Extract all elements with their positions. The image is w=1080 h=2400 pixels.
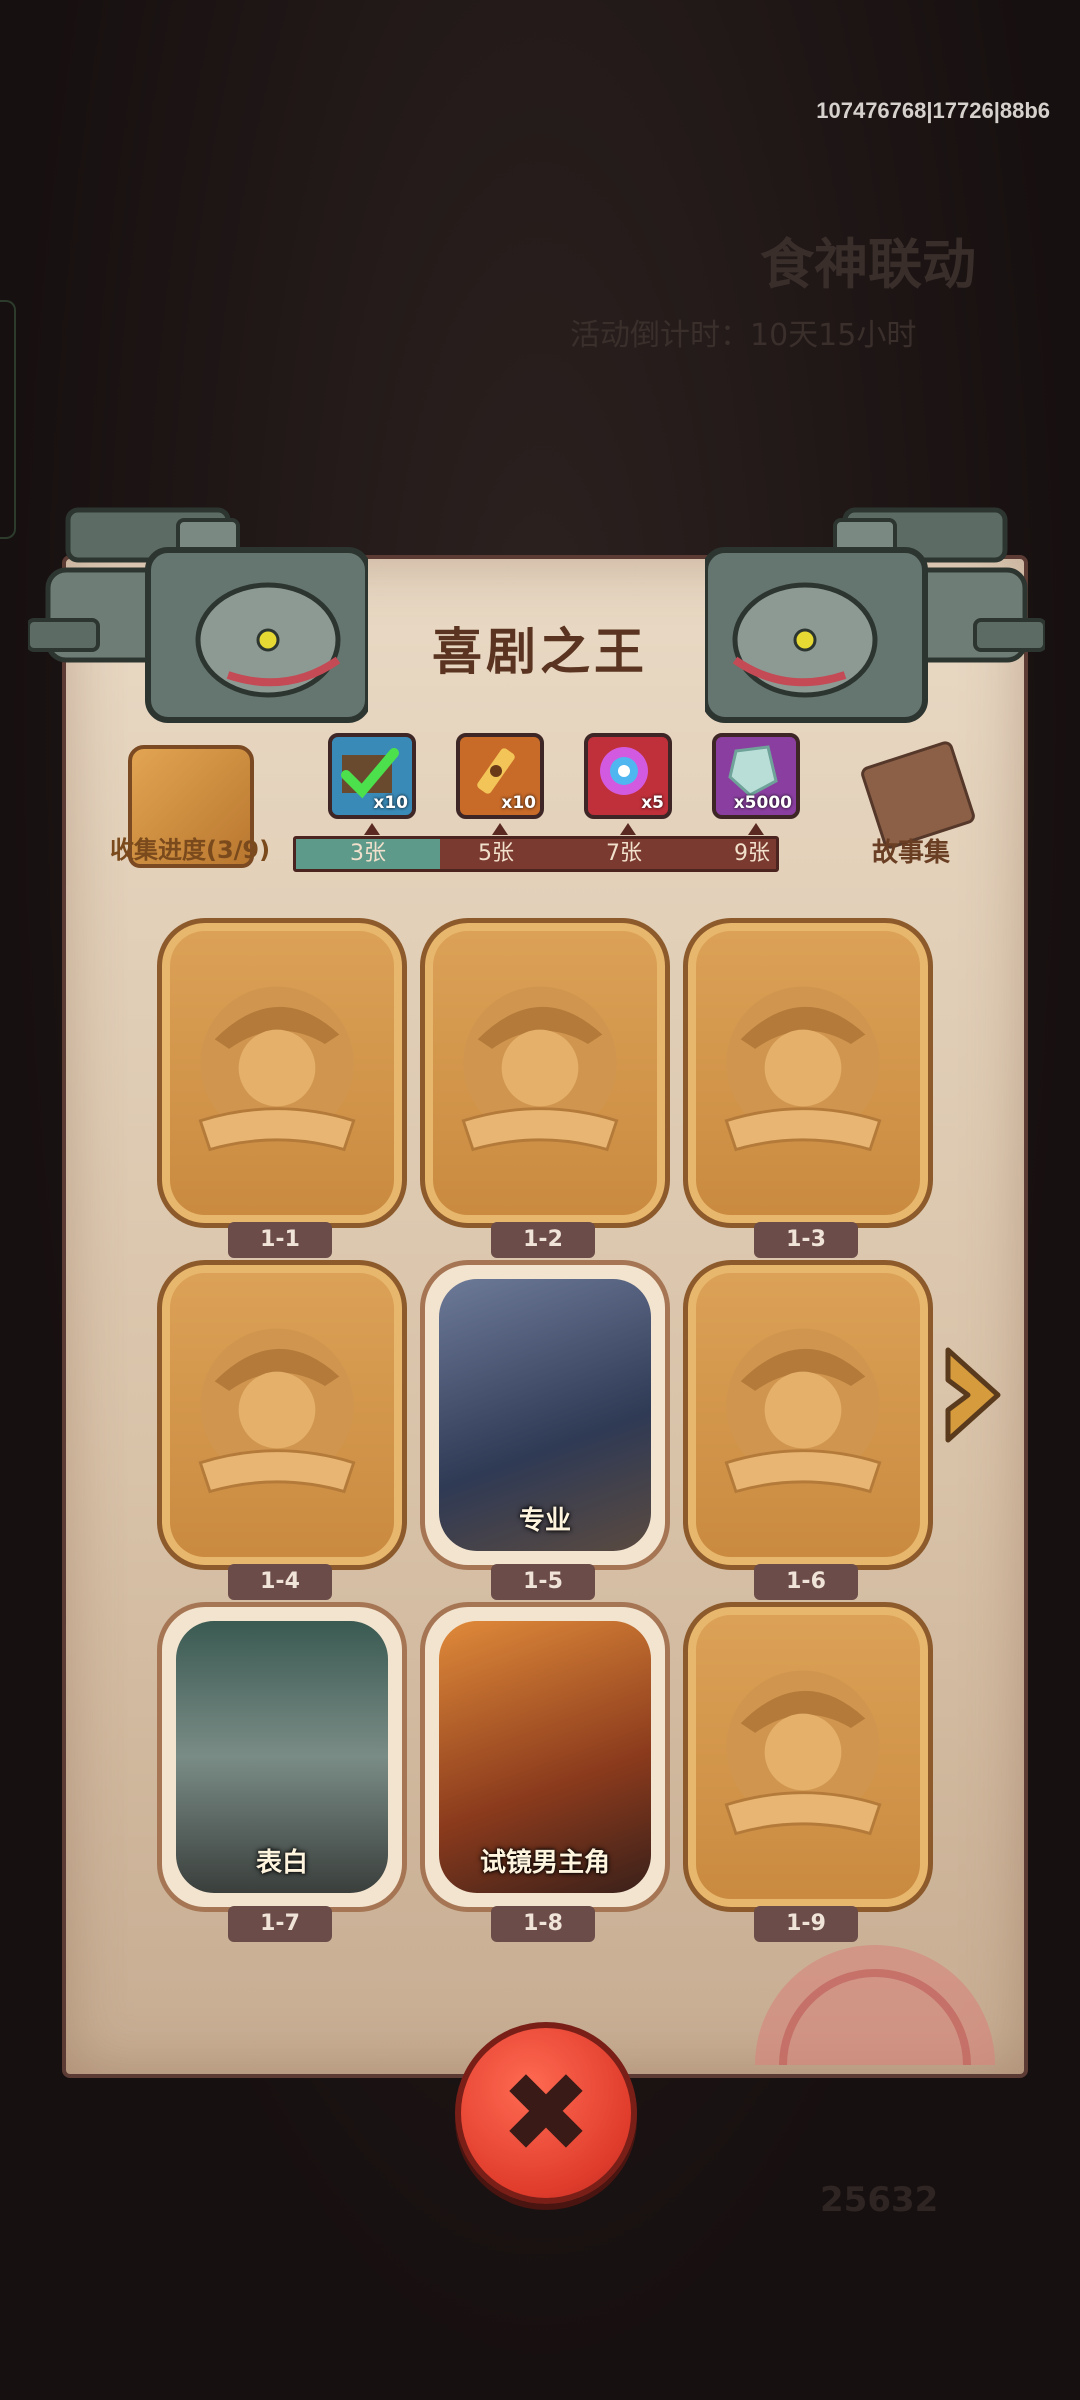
reward-chest-check-icon[interactable]: x10 — [328, 733, 416, 835]
reward-threshold-label: 5张 — [478, 841, 514, 866]
card-id-label: 1-3 — [754, 1222, 858, 1258]
reward-pointer — [492, 823, 508, 835]
reward-count: x10 — [373, 793, 408, 813]
camera-fish-icon-left — [28, 507, 368, 723]
background-score: 25632 — [820, 2180, 939, 2220]
background-countdown: 活动倒计时：10天15小时 — [570, 318, 917, 353]
side-tab — [0, 300, 16, 539]
reward-pointer — [620, 823, 636, 835]
story-card[interactable] — [157, 918, 407, 1228]
story-card[interactable] — [683, 918, 933, 1228]
story-card[interactable] — [683, 1260, 933, 1570]
reward-threshold-label: 9张 — [734, 841, 770, 866]
locked-silhouette-icon — [198, 986, 356, 1152]
reward-count: x10 — [501, 793, 536, 813]
reward-count: x5000 — [733, 793, 792, 813]
close-button[interactable]: ✖ — [455, 2022, 637, 2204]
story-card[interactable] — [157, 1260, 407, 1570]
reward-pointer — [364, 823, 380, 835]
locked-silhouette-icon — [724, 1670, 882, 1836]
locked-silhouette-icon — [461, 986, 619, 1152]
story-card[interactable] — [683, 1602, 933, 1912]
card-id-label: 1-4 — [228, 1564, 332, 1600]
camera-fish-icon-right — [705, 507, 1045, 723]
next-page-arrow-icon[interactable] — [938, 1340, 1008, 1450]
locked-silhouette-icon — [724, 986, 882, 1152]
reward-crystal-icon[interactable]: x5000 — [712, 733, 800, 835]
debug-id-text: 107476768|17726|88b6 — [816, 98, 1050, 123]
story-card[interactable] — [420, 918, 670, 1228]
story-collection-label[interactable]: 故事集 — [872, 832, 950, 869]
locked-silhouette-icon — [198, 1328, 356, 1494]
story-card[interactable]: 试镜男主角 — [420, 1602, 670, 1912]
card-id-label: 1-1 — [228, 1222, 332, 1258]
card-id-label: 1-8 — [491, 1906, 595, 1942]
card-caption: 试镜男主角 — [479, 1848, 610, 1878]
reward-threshold-label: 3张 — [350, 841, 386, 866]
wax-seal-decoration — [755, 1945, 995, 2065]
card-id-label: 1-2 — [491, 1222, 595, 1258]
reward-golden-key-icon[interactable]: x10 — [456, 733, 544, 835]
panel-title: 喜剧之王 — [432, 623, 648, 681]
reward-threshold-label: 7张 — [606, 841, 642, 866]
reward-count: x5 — [641, 793, 664, 813]
card-id-label: 1-6 — [754, 1564, 858, 1600]
reward-magic-orb-icon[interactable]: x5 — [584, 733, 672, 835]
story-card[interactable]: 专业 — [420, 1260, 670, 1570]
card-caption: 表白 — [255, 1848, 308, 1878]
collection-progress-label: 收集进度(3/9) — [110, 836, 271, 864]
card-caption: 专业 — [518, 1506, 571, 1536]
card-id-label: 1-5 — [491, 1564, 595, 1600]
story-card[interactable]: 表白 — [157, 1602, 407, 1912]
locked-silhouette-icon — [724, 1328, 882, 1494]
card-id-label: 1-7 — [228, 1906, 332, 1942]
reward-pointer — [748, 823, 764, 835]
background-event-title: 食神联动 — [760, 233, 976, 296]
